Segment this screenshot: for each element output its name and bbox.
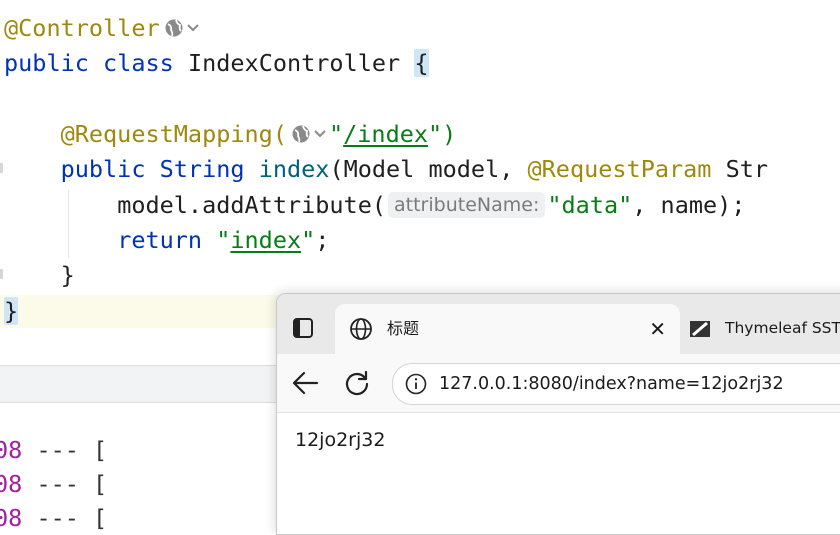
page-viewport: 12jo2rj32 xyxy=(277,413,840,534)
gutter-marker xyxy=(0,269,3,279)
code-line[interactable]: model.addAttribute(attributeName: "data",… xyxy=(4,188,745,222)
open-brace: { xyxy=(414,49,429,77)
site-logo-icon xyxy=(689,319,711,343)
tab-strip: 标题 ✕ Thymeleaf SSTI xyxy=(277,294,840,354)
annotation-request-mapping: @RequestMapping( xyxy=(60,120,287,148)
param-type-truncated: Str xyxy=(711,155,769,183)
close-brace: } xyxy=(60,261,75,289)
close-brace-class: } xyxy=(4,297,19,325)
string-quote: " xyxy=(328,120,344,148)
code-line[interactable]: } xyxy=(4,258,75,292)
browser-toolbar: 127.0.0.1:8080/index?name=12jo2rj32 xyxy=(277,354,840,413)
page-content: 12jo2rj32 xyxy=(295,429,386,451)
code-line[interactable]: @RequestMapping( "/index") xyxy=(4,117,457,154)
url-text[interactable]: 127.0.0.1:8080/index?name=12jo2rj32 xyxy=(439,372,784,396)
globe-icon xyxy=(349,317,373,345)
chevron-down-icon xyxy=(314,130,326,138)
console-pid: 08 xyxy=(0,436,23,464)
tab-actions-icon[interactable] xyxy=(291,316,315,340)
web-endpoint-chip[interactable] xyxy=(164,14,202,48)
string-quote: " xyxy=(301,226,316,254)
globe-icon xyxy=(165,19,199,37)
keyword-return: return xyxy=(117,226,203,254)
console-line: 08 --- [ xyxy=(0,467,107,501)
parameter-hint: attributeName: xyxy=(388,192,546,218)
gutter-marker xyxy=(0,163,3,173)
code-line[interactable]: @Controller xyxy=(4,11,202,45)
tab-title: 标题 xyxy=(387,319,420,338)
code-line[interactable]: return "index"; xyxy=(4,223,329,257)
code-line[interactable]: public String index(Model model, @Reques… xyxy=(4,152,768,186)
method-name: index xyxy=(258,155,330,183)
method-params: (Model model, xyxy=(329,155,528,183)
call-rest: , name); xyxy=(632,191,746,219)
code-line[interactable]: } xyxy=(4,294,19,328)
view-name-link[interactable]: index xyxy=(230,226,301,254)
string-quote: " xyxy=(216,226,231,254)
console-text: --- [ xyxy=(22,470,108,498)
keyword-class: class xyxy=(103,49,174,77)
reload-icon[interactable] xyxy=(343,369,371,401)
annotation-controller: @Controller xyxy=(4,14,160,42)
console-line: 08 --- [ xyxy=(0,433,107,467)
string-literal: "data" xyxy=(547,191,633,219)
info-icon[interactable] xyxy=(405,373,427,399)
mapping-path-link[interactable]: /index xyxy=(343,120,428,148)
console-text: --- [ xyxy=(22,504,108,532)
type-string: String xyxy=(159,155,245,183)
chevron-down-icon xyxy=(186,24,199,32)
tab-active[interactable]: 标题 ✕ xyxy=(335,304,680,354)
code-line[interactable]: public class IndexController { xyxy=(4,46,429,80)
annotation-request-param: @RequestParam xyxy=(527,155,712,183)
browser-window: 标题 ✕ Thymeleaf SSTI 127.0.0.1:8080/index… xyxy=(276,293,840,535)
keyword-public: public xyxy=(4,49,89,77)
console-line: 08 --- [ xyxy=(0,501,107,535)
back-arrow-icon[interactable] xyxy=(291,370,319,400)
console-pid: 08 xyxy=(0,504,23,532)
console-text: --- [ xyxy=(22,436,108,464)
tab-thymeleaf[interactable]: Thymeleaf SSTI xyxy=(689,312,840,346)
close-icon[interactable]: ✕ xyxy=(649,318,666,340)
string-quote: ") xyxy=(428,120,457,148)
semicolon: ; xyxy=(315,226,330,254)
address-bar[interactable]: 127.0.0.1:8080/index?name=12jo2rj32 xyxy=(392,363,840,405)
method-call: model.addAttribute( xyxy=(117,191,387,219)
keyword-public: public xyxy=(60,155,146,183)
globe-icon xyxy=(292,125,326,143)
console-pid: 08 xyxy=(0,470,23,498)
web-endpoint-chip[interactable] xyxy=(291,120,329,154)
tab-title: Thymeleaf SSTI xyxy=(725,319,840,337)
class-name: IndexController xyxy=(187,49,401,77)
